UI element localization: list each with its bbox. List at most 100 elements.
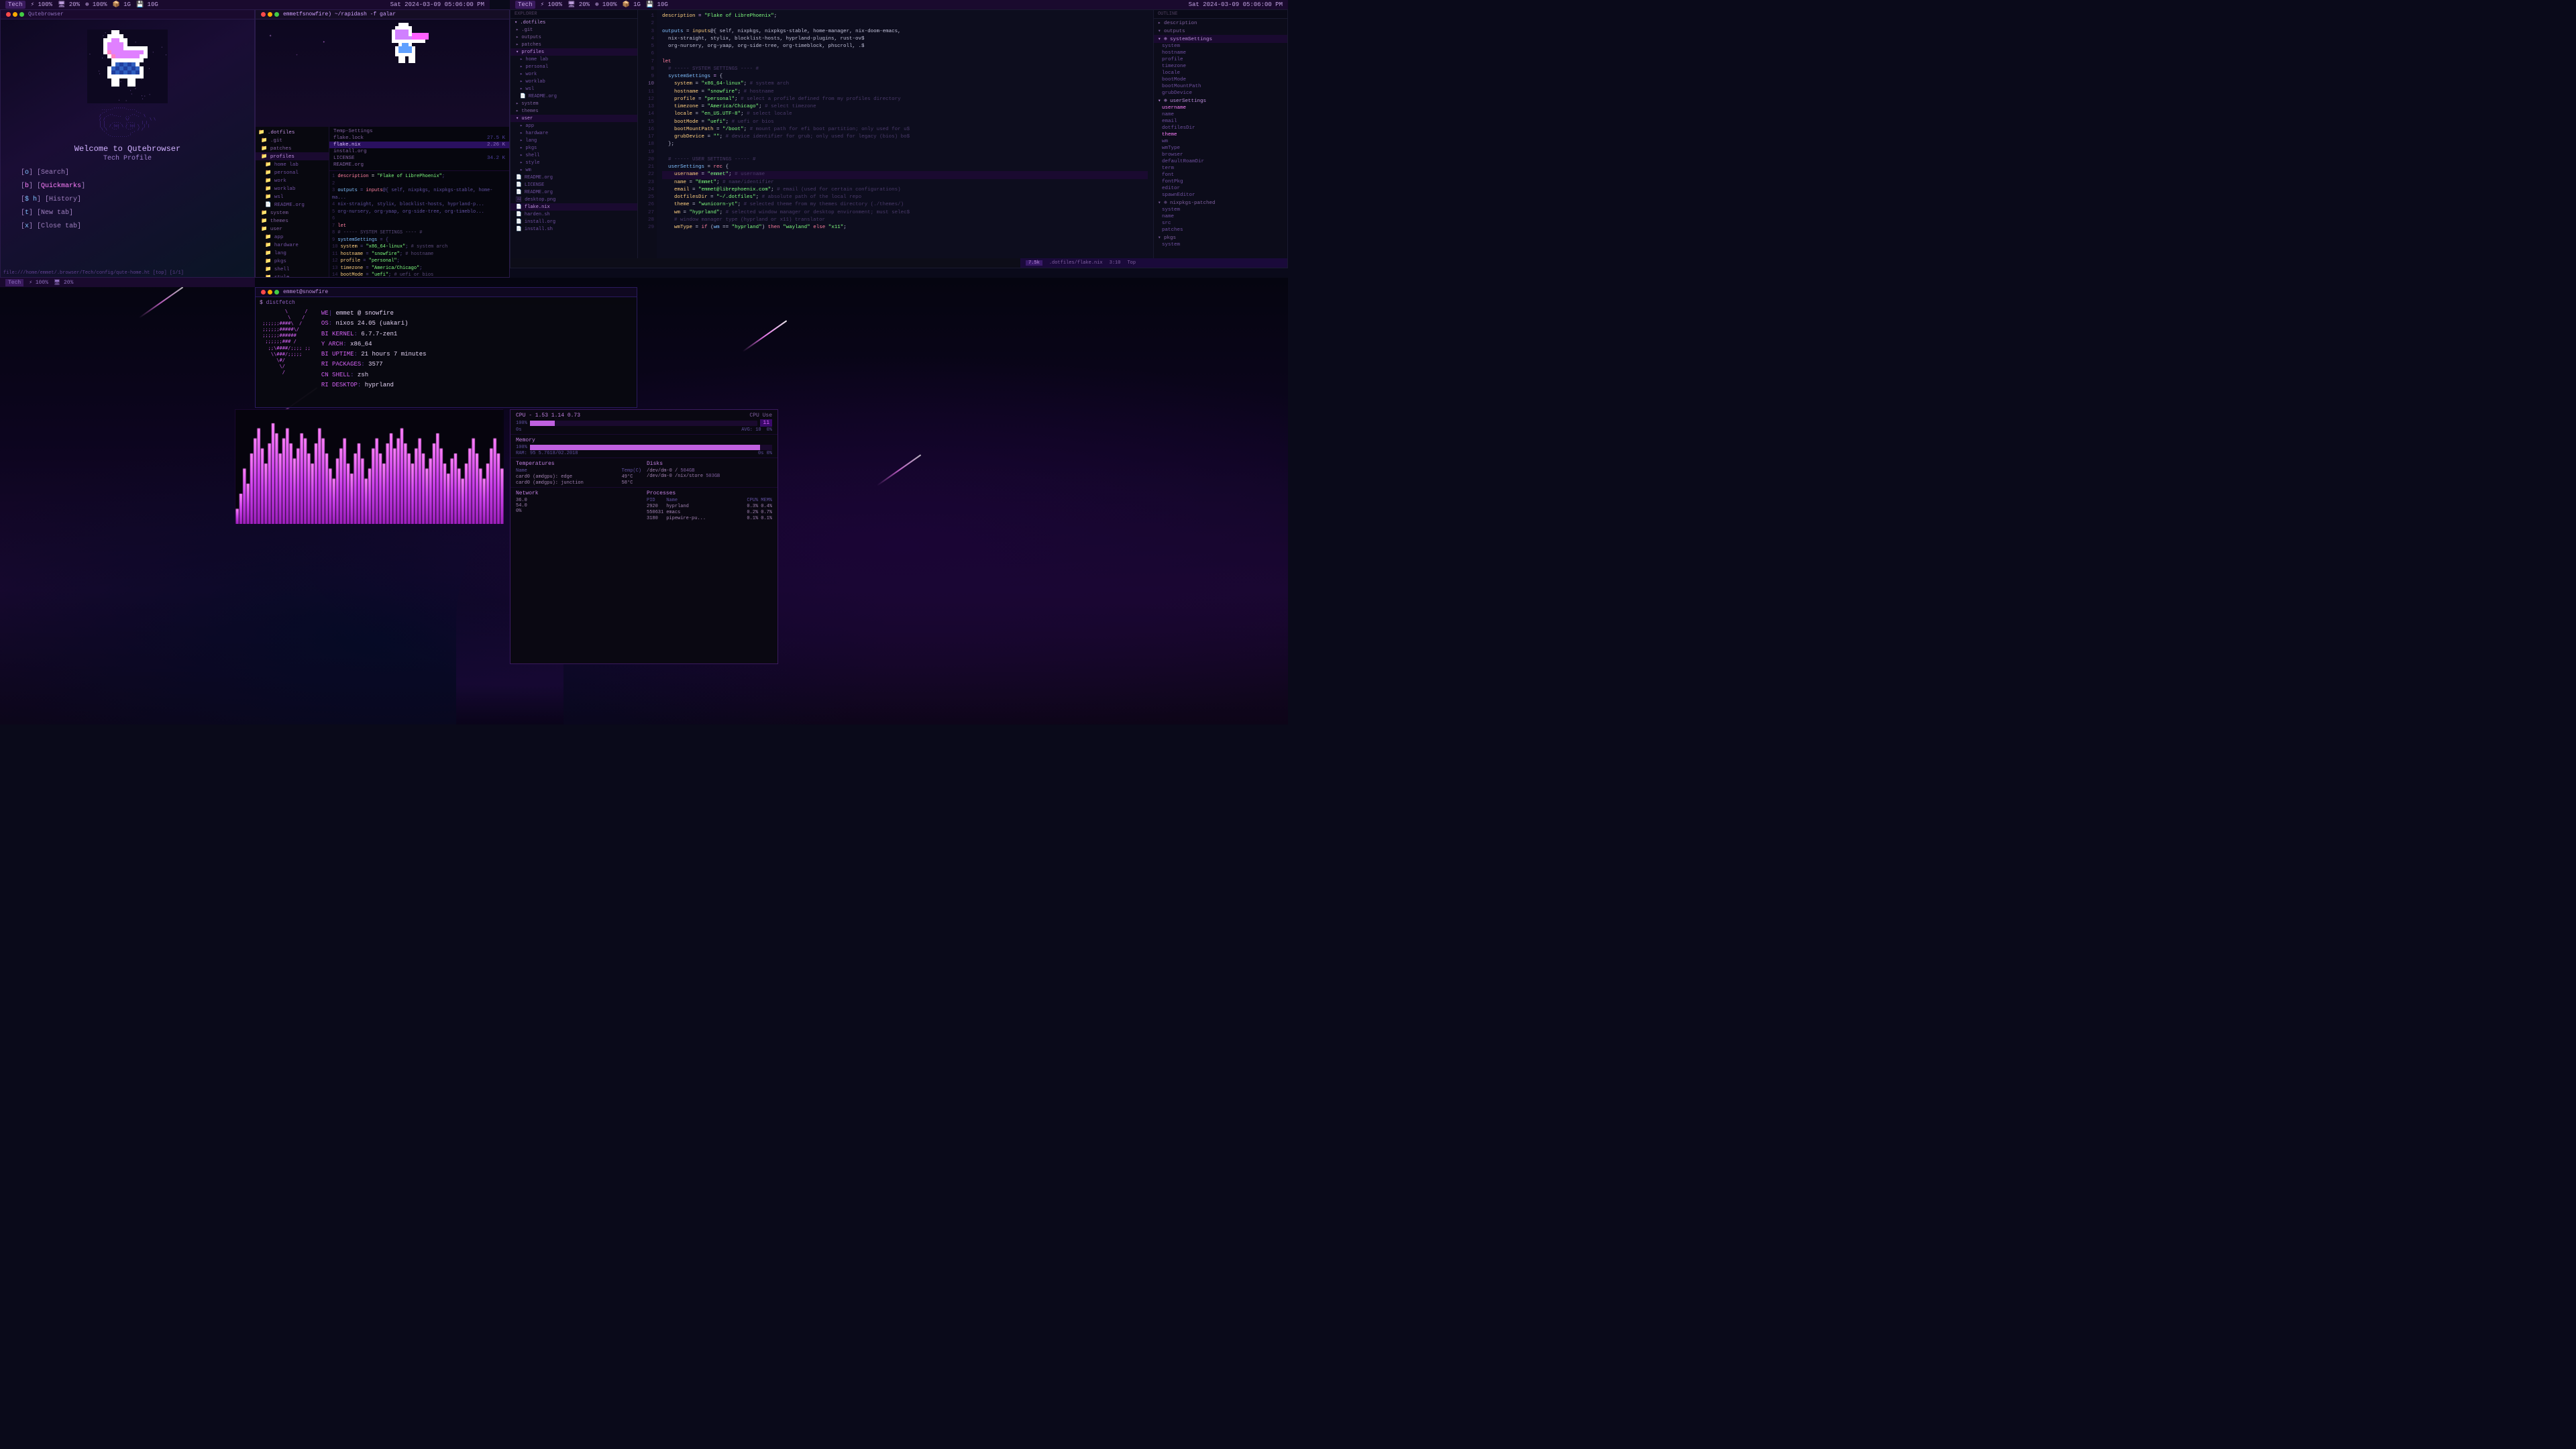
outline-profile[interactable]: profile <box>1154 56 1287 63</box>
explorer-wsl[interactable]: ▸ wsl <box>511 85 637 93</box>
neo-close-dot[interactable] <box>261 290 266 294</box>
explorer-hardensh[interactable]: 📄 harden.sh <box>511 211 637 218</box>
explorer-worklab[interactable]: ▸ worklab <box>511 78 637 85</box>
qb-menu-bookmarks[interactable]: [b] [Quickmarks] <box>21 180 234 193</box>
outline-defaultroamdir[interactable]: defaultRoamDir <box>1154 158 1287 165</box>
explorer-outputs[interactable]: ▸ outputs <box>511 34 637 41</box>
sidebar-item-system[interactable]: 📁 system <box>256 209 329 217</box>
outline-theme[interactable]: theme <box>1154 131 1287 138</box>
explorer-root[interactable]: ▾ .dotfiles <box>511 19 637 26</box>
file-item-license[interactable]: LICENSE34.2 K <box>329 155 509 162</box>
qb-menu-history[interactable]: [$ h] [History] <box>21 193 234 207</box>
outline-description[interactable]: ▸ description <box>1154 19 1287 27</box>
qb-menu-newtab[interactable]: [t] [New tab] <box>21 207 234 220</box>
outline-bootmode[interactable]: bootMode <box>1154 76 1287 83</box>
explorer-git[interactable]: ▸ .git <box>511 26 637 34</box>
outline-editor[interactable]: editor <box>1154 185 1287 192</box>
explorer-homelab[interactable]: ▸ home lab <box>511 56 637 63</box>
file-item-installorg[interactable]: install.org <box>329 148 509 155</box>
min-dot[interactable] <box>13 12 17 17</box>
neo-max-dot[interactable] <box>274 290 279 294</box>
file-item-flakelock[interactable]: flake.lock27.5 K <box>329 135 509 142</box>
sidebar-item-patches[interactable]: 📁 patches <box>256 144 329 152</box>
outline-dotfilesdir[interactable]: dotfilesDir <box>1154 125 1287 131</box>
sidebar-item-lang[interactable]: 📁 lang <box>256 249 329 257</box>
max-dot[interactable] <box>19 12 24 17</box>
sidebar-item-work[interactable]: 📁 work <box>256 176 329 184</box>
outline-fontpkg[interactable]: fontPkg <box>1154 178 1287 185</box>
outline-nixpkgs[interactable]: ▾ ⊕ nixpkgs-patched <box>1154 199 1287 207</box>
sidebar-item-themes[interactable]: 📁 themes <box>256 217 329 225</box>
sidebar-item-personal[interactable]: 📁 personal <box>256 168 329 176</box>
outline-nixpkgs-patches[interactable]: patches <box>1154 227 1287 233</box>
outline-term[interactable]: term <box>1154 165 1287 172</box>
sidebar-item-app[interactable]: 📁 app <box>256 233 329 241</box>
sidebar-item-profiles[interactable]: 📁 profiles <box>256 152 329 160</box>
outline-browser[interactable]: browser <box>1154 152 1287 158</box>
outline-wmtype[interactable]: wmType <box>1154 145 1287 152</box>
outline-timezone[interactable]: timezone <box>1154 63 1287 70</box>
explorer-profiles[interactable]: ▾ profiles <box>511 48 637 56</box>
outline-pkgs-system[interactable]: system <box>1154 241 1287 248</box>
outline-outputs[interactable]: ▾ outputs <box>1154 27 1287 35</box>
explorer-patches[interactable]: ▸ patches <box>511 41 637 48</box>
sidebar-item-shell[interactable]: 📁 shell <box>256 265 329 273</box>
explorer-style[interactable]: ▸ style <box>511 159 637 166</box>
sidebar-item-worklab[interactable]: 📁 worklab <box>256 184 329 193</box>
outline-usersettings[interactable]: ▾ ⊕ userSettings <box>1154 97 1287 105</box>
sidebar-item-dotfiles[interactable]: 📁 .dotfiles <box>256 128 329 136</box>
explorer-app[interactable]: ▸ app <box>511 122 637 129</box>
sidebar-item-style[interactable]: 📁 style <box>256 273 329 278</box>
outline-pkgs[interactable]: ▾ pkgs <box>1154 233 1287 241</box>
outline-system[interactable]: system <box>1154 43 1287 50</box>
file-item-flakenix[interactable]: flake.nix2.26 K <box>329 142 509 148</box>
outline-font[interactable]: font <box>1154 172 1287 178</box>
outline-locale[interactable]: locale <box>1154 70 1287 76</box>
explorer-system[interactable]: ▸ system <box>511 100 637 107</box>
close-dot[interactable] <box>6 12 11 17</box>
explorer-work[interactable]: ▸ work <box>511 70 637 78</box>
sidebar-item-wsl[interactable]: 📁 wsl <box>256 193 329 201</box>
explorer-installorg[interactable]: 📄 install.org <box>511 218 637 225</box>
sidebar-item-hardware[interactable]: 📁 hardware <box>256 241 329 249</box>
sidebar-item-user[interactable]: 📁 user <box>256 225 329 233</box>
outline-bootmountpath[interactable]: bootMountPath <box>1154 83 1287 90</box>
outline-nixpkgs-system[interactable]: system <box>1154 207 1287 213</box>
explorer-user[interactable]: ▾ user <box>511 115 637 122</box>
explorer-shell[interactable]: ▸ shell <box>511 152 637 159</box>
explorer-installsh[interactable]: 📄 install.sh <box>511 225 637 233</box>
fm-max-dot[interactable] <box>274 12 279 17</box>
explorer-lang[interactable]: ▸ lang <box>511 137 637 144</box>
explorer-license[interactable]: 📄 LICENSE <box>511 181 637 189</box>
outline-username[interactable]: username <box>1154 105 1287 111</box>
explorer-desktop-png[interactable]: 🖼 desktop.png <box>511 196 637 203</box>
outline-nixpkgs-src[interactable]: src <box>1154 220 1287 227</box>
fm-min-dot[interactable] <box>268 12 272 17</box>
outline-email[interactable]: email <box>1154 118 1287 125</box>
explorer-themes[interactable]: ▸ themes <box>511 107 637 115</box>
outline-grubdevice[interactable]: grubDevice <box>1154 90 1287 97</box>
outline-hostname[interactable]: hostname <box>1154 50 1287 56</box>
explorer-readme2[interactable]: 📄 README.org <box>511 174 637 181</box>
outline-name[interactable]: name <box>1154 111 1287 118</box>
sidebar-item-homelab[interactable]: 📁 home lab <box>256 160 329 168</box>
explorer-wm[interactable]: ▸ wm <box>511 166 637 174</box>
sidebar-item-readme[interactable]: 📄 README.org <box>256 201 329 209</box>
outline-spawneditor[interactable]: spawnEditor <box>1154 192 1287 199</box>
qb-menu-close[interactable]: [x] [Close tab] <box>21 220 234 233</box>
outline-systemsettings[interactable]: ▾ ⊕ systemSettings <box>1154 35 1287 43</box>
sidebar-item-pkgs[interactable]: 📁 pkgs <box>256 257 329 265</box>
outline-nixpkgs-name[interactable]: name <box>1154 213 1287 220</box>
explorer-readme3[interactable]: 📄 README.org <box>511 189 637 196</box>
qb-menu-search[interactable]: [o] [Search] <box>21 166 234 180</box>
explorer-personal[interactable]: ▸ personal <box>511 63 637 70</box>
sidebar-item-git[interactable]: 📁 .git <box>256 136 329 144</box>
file-item-tempsettings[interactable]: Temp-Settings <box>329 128 509 135</box>
explorer-flakenix[interactable]: 📄 flake.nix <box>511 203 637 211</box>
fm-close-dot[interactable] <box>261 12 266 17</box>
file-item-readme[interactable]: README.org <box>329 162 509 168</box>
explorer-pkgs[interactable]: ▸ pkgs <box>511 144 637 152</box>
explorer-hardware[interactable]: ▸ hardware <box>511 129 637 137</box>
outline-wm[interactable]: wm <box>1154 138 1287 145</box>
explorer-readme1[interactable]: 📄 README.org <box>511 93 637 100</box>
